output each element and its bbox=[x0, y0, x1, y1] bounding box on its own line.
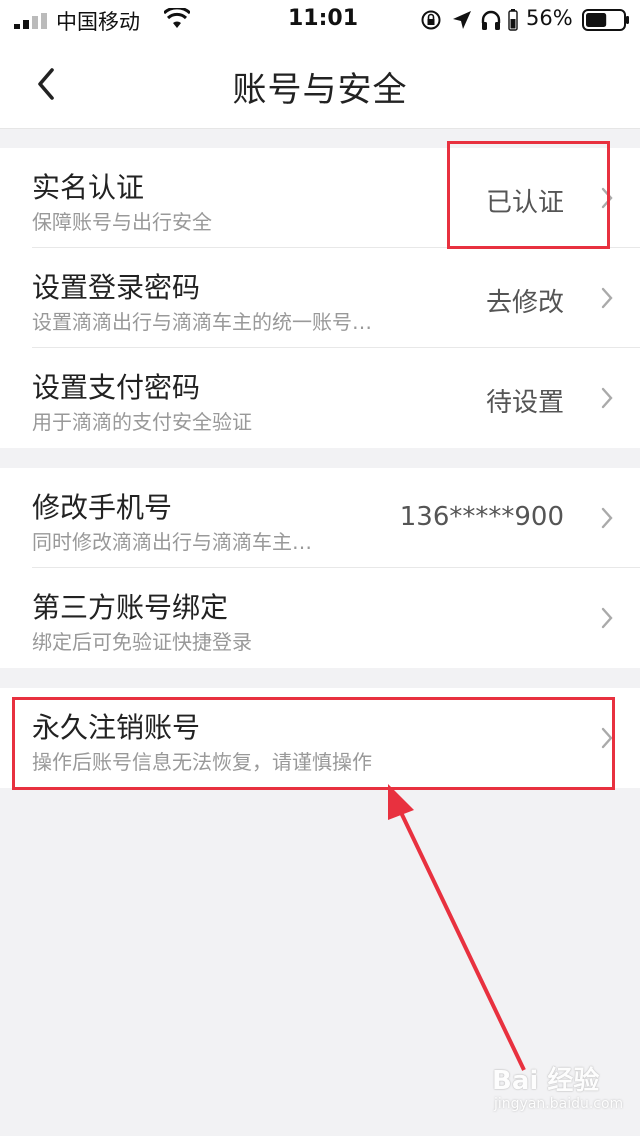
chevron-right-icon bbox=[601, 387, 613, 409]
row-title: 第三方账号绑定 bbox=[32, 591, 229, 624]
annotation-box-delete-account bbox=[12, 697, 615, 790]
watermark-logo: Bai 经验 jingyan.baidu.com bbox=[492, 1060, 632, 1122]
headphones-icon bbox=[481, 10, 501, 30]
navigation-bar: 账号与安全 bbox=[0, 40, 640, 129]
chevron-right-icon bbox=[601, 287, 613, 309]
annotation-arrow-icon bbox=[388, 784, 526, 1071]
chevron-right-icon bbox=[601, 607, 613, 629]
row-change-phone[interactable]: 修改手机号 同时修改滴滴出行与滴滴车主… 136*****900 bbox=[0, 468, 640, 568]
chevron-right-icon bbox=[601, 507, 613, 529]
page-title: 账号与安全 bbox=[232, 70, 408, 110]
wifi-icon bbox=[164, 8, 190, 28]
row-third-party-binding[interactable]: 第三方账号绑定 绑定后可免验证快捷登录 bbox=[0, 568, 640, 668]
row-value: 136*****900 bbox=[399, 502, 564, 532]
orientation-lock-icon bbox=[421, 10, 441, 30]
row-subtitle: 绑定后可免验证快捷登录 bbox=[32, 630, 252, 654]
watermark-brand: Bai 经验 bbox=[492, 1066, 600, 1096]
location-icon bbox=[453, 11, 471, 29]
carrier-name: 中国移动 bbox=[56, 10, 140, 34]
row-subtitle: 用于滴滴的支付安全验证 bbox=[32, 410, 252, 434]
row-subtitle: 保障账号与出行安全 bbox=[32, 210, 212, 234]
row-value: 待设置 bbox=[485, 388, 564, 418]
battery-icon bbox=[582, 9, 629, 31]
status-bar: 中国移动 11:01 56% bbox=[0, 0, 640, 40]
row-title: 实名认证 bbox=[32, 171, 145, 204]
clock-time: 11:01 bbox=[288, 6, 359, 31]
battery-percent: 56% bbox=[526, 6, 573, 30]
row-subtitle: 设置滴滴出行与滴滴车主的统一账号… bbox=[32, 310, 372, 334]
watermark-url: jingyan.baidu.com bbox=[494, 1096, 624, 1112]
signal-icon bbox=[14, 13, 47, 29]
row-login-password[interactable]: 设置登录密码 设置滴滴出行与滴滴车主的统一账号… 去修改 bbox=[0, 248, 640, 348]
row-value: 去修改 bbox=[485, 288, 564, 318]
row-title: 设置支付密码 bbox=[32, 371, 201, 404]
row-subtitle: 同时修改滴滴出行与滴滴车主… bbox=[32, 530, 312, 554]
row-title: 设置登录密码 bbox=[32, 271, 201, 304]
row-title: 修改手机号 bbox=[32, 491, 173, 524]
annotation-box-verified bbox=[447, 141, 610, 249]
section-phone-binding: 修改手机号 同时修改滴滴出行与滴滴车主… 136*****900 第三方账号绑定… bbox=[0, 468, 640, 668]
row-payment-password[interactable]: 设置支付密码 用于滴滴的支付安全验证 待设置 bbox=[0, 348, 640, 448]
battery-mini-icon bbox=[508, 9, 518, 31]
